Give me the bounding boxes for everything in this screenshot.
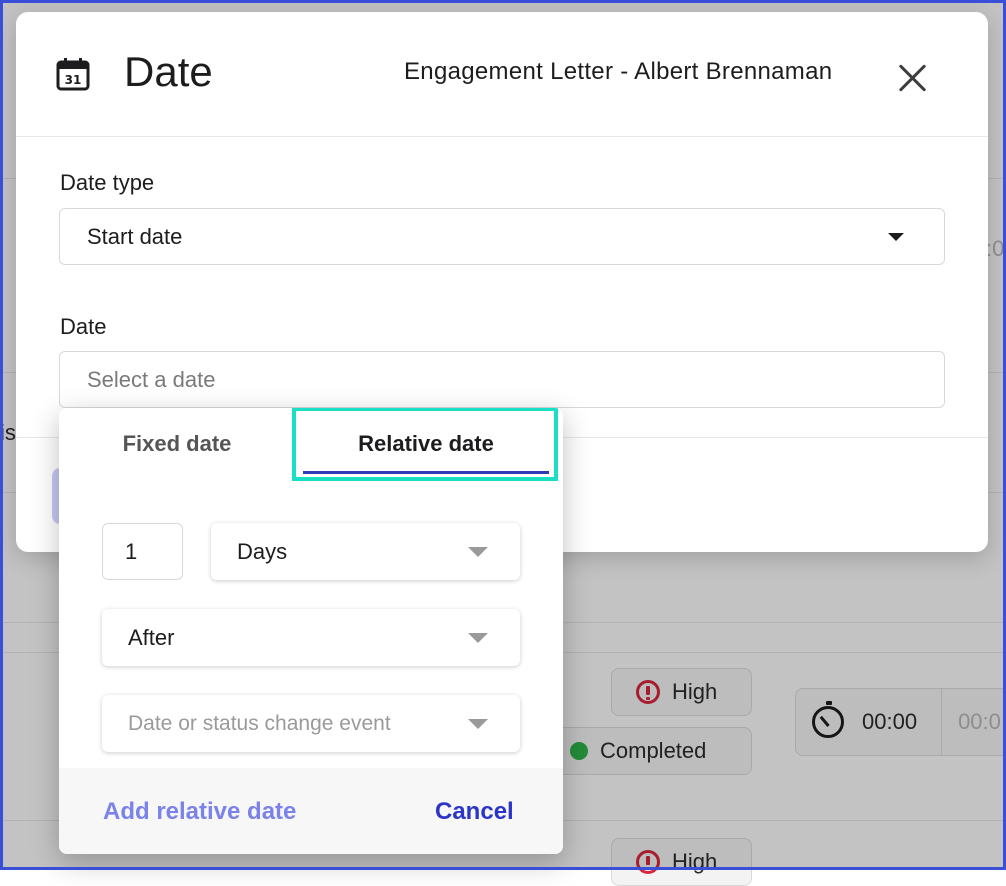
tab-label: Fixed date (122, 431, 232, 456)
modal-title: Date (124, 48, 213, 95)
tab-relative-date[interactable]: Relative date (295, 408, 557, 480)
add-relative-date-button[interactable]: Add relative date (103, 798, 296, 826)
cancel-button[interactable]: Cancel (435, 798, 514, 826)
date-type-label: Date type (60, 170, 155, 195)
chevron-down-icon (468, 547, 488, 557)
unit-dropdown[interactable]: Days (211, 523, 520, 580)
modal-header: 31 Date Engagement Letter - Albert Brenn… (16, 12, 988, 137)
popover-footer: Add relative date Cancel (59, 768, 563, 854)
modal-subtitle: Engagement Letter - Albert Brennaman (404, 58, 833, 85)
chevron-down-icon (888, 233, 904, 241)
calendar-icon: 31 (56, 58, 90, 91)
date-picker-popover: Fixed date Relative date Days After Date… (59, 408, 563, 854)
date-type-value: Start date (87, 223, 183, 249)
calendar-day: 31 (65, 73, 82, 87)
unit-value: Days (237, 538, 288, 564)
tab-label: Relative date (358, 431, 494, 456)
date-input[interactable] (59, 351, 945, 408)
close-icon[interactable] (896, 62, 928, 94)
date-type-select[interactable]: Start date (59, 208, 945, 265)
active-tab-indicator (303, 471, 549, 474)
chevron-down-icon (468, 633, 488, 643)
offset-number-input[interactable] (102, 523, 183, 580)
date-label: Date (60, 314, 107, 339)
direction-value: After (128, 624, 175, 650)
event-placeholder: Date or status change event (128, 711, 391, 735)
direction-dropdown[interactable]: After (102, 609, 520, 666)
chevron-down-icon (468, 719, 488, 729)
tab-fixed-date[interactable]: Fixed date (59, 408, 295, 480)
event-dropdown[interactable]: Date or status change event (102, 695, 520, 752)
